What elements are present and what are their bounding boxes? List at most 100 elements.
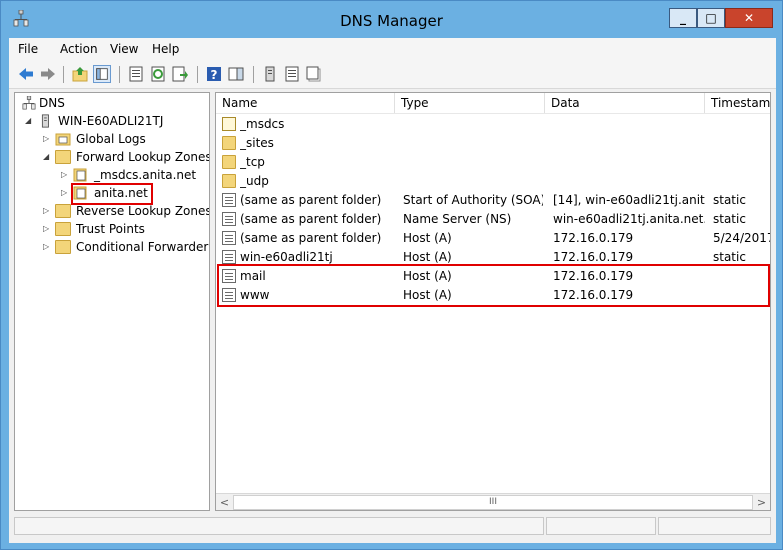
zone-icon [222,117,236,131]
horizontal-scrollbar[interactable]: < III > [216,493,770,510]
scroll-right-button[interactable]: > [753,494,770,510]
folder-icon [222,155,236,169]
column-header-name[interactable]: Name [216,93,395,113]
table-row[interactable]: mail Host (A) 172.16.0.179 [216,267,770,286]
maximize-button[interactable]: □ [697,8,725,28]
table-row[interactable]: (same as parent folder) Host (A) 172.16.… [216,229,770,248]
table-row[interactable]: (same as parent folder) Start of Authori… [216,191,770,210]
column-header-data[interactable]: Data [545,93,705,113]
dns-record-icon [222,250,236,264]
title-bar[interactable]: DNS Manager _ □ ✕ [1,1,782,37]
svg-text:?: ? [211,68,218,82]
status-segment [658,517,771,535]
tree-item-global-logs[interactable]: ▷ Global Logs [43,131,209,149]
tree-label-forward-lookup-zones: Forward Lookup Zones [76,150,210,164]
record-type: Host (A) [403,231,452,245]
zone-icon [73,168,87,182]
folder-icon [55,222,71,236]
status-segment [546,517,656,535]
folder-icon [55,204,71,218]
tree-item-server[interactable]: ◢ WIN-E60ADLI21TJ [25,113,209,131]
dns-record-icon [222,231,236,245]
tree-item-reverse-lookup-zones[interactable]: ▷ Reverse Lookup Zones [43,203,209,221]
table-row[interactable]: _tcp [216,153,770,172]
list-icon[interactable] [283,65,301,83]
toolbar: ? [9,60,776,89]
record-data: 172.16.0.179 [553,250,634,264]
record-data: [14], win-e60adli21tj.anita.... [553,193,705,207]
record-name: _tcp [240,155,265,169]
toolbar-separator [197,66,198,83]
menu-view[interactable]: View [110,42,138,56]
show-hide-tree-icon[interactable] [93,65,111,83]
toolbar-separator [63,66,64,83]
scroll-left-button[interactable]: < [216,494,233,510]
menu-bar: File Action View Help [9,38,776,60]
header-divider [216,113,770,114]
menu-file[interactable]: File [18,42,38,56]
table-row[interactable]: _sites [216,134,770,153]
dns-record-icon [222,212,236,226]
expand-arrow-icon[interactable]: ▷ [43,224,51,234]
table-row[interactable]: _udp [216,172,770,191]
server-node-icon [41,114,49,128]
expand-arrow-icon[interactable]: ▷ [43,134,51,144]
folder-icon [222,174,236,188]
help-icon[interactable]: ? [205,65,223,83]
toolbar-separator [253,66,254,83]
record-type: Name Server (NS) [403,212,512,226]
record-name: _msdcs [240,117,285,131]
tree-label-anita-zone: anita.net [94,186,148,200]
record-name: (same as parent folder) [240,212,382,226]
refresh-icon[interactable] [149,65,167,83]
toolbar-separator [119,66,120,83]
menu-help[interactable]: Help [152,42,179,56]
close-button[interactable]: ✕ [725,8,773,28]
up-folder-icon[interactable] [71,65,89,83]
tree-label-conditional-forwarders: Conditional Forwarders [76,240,210,254]
tree-item-anita-zone[interactable]: ▷ anita.net [61,185,209,203]
expand-arrow-icon[interactable]: ▷ [61,170,69,180]
tree-item-forward-lookup-zones[interactable]: ◢ Forward Lookup Zones [43,149,210,167]
table-row[interactable]: _msdcs [216,115,770,134]
dns-record-icon [222,288,236,302]
column-header-timestamp[interactable]: Timestam [705,93,770,113]
minimize-button[interactable]: _ [669,8,697,28]
tree-item-trust-points[interactable]: ▷ Trust Points [43,221,209,239]
record-data: 172.16.0.179 [553,231,634,245]
record-timestamp: static [713,193,746,207]
record-name: (same as parent folder) [240,193,382,207]
show-action-pane-icon[interactable] [227,65,245,83]
table-row[interactable]: (same as parent folder) Name Server (NS)… [216,210,770,229]
log-folder-icon [55,133,71,146]
forward-icon[interactable] [39,65,57,83]
tree-item-msdcs-zone[interactable]: ▷ _msdcs.anita.net [61,167,209,185]
record-name: win-e60adli21tj [240,250,333,264]
collapse-arrow-icon[interactable]: ◢ [25,116,33,126]
tree-item-conditional-forwarders[interactable]: ▷ Conditional Forwarders [43,239,210,257]
server-icon[interactable] [261,65,279,83]
record-name: www [240,288,270,302]
column-header-type[interactable]: Type [395,93,545,113]
properties-icon[interactable] [127,65,145,83]
record-timestamp: static [713,250,746,264]
expand-arrow-icon[interactable]: ▷ [43,206,51,216]
tree-label-dns: DNS [39,96,65,110]
table-row[interactable]: www Host (A) 172.16.0.179 [216,286,770,305]
tree-item-dns[interactable]: DNS [15,95,209,113]
back-icon[interactable] [17,65,35,83]
export-list-icon[interactable] [171,65,189,83]
menu-action[interactable]: Action [60,42,98,56]
dns-manager-window: DNS Manager _ □ ✕ File Action View Help … [0,0,783,550]
record-name: _sites [240,136,274,150]
folder-icon [55,240,71,254]
record-name: mail [240,269,266,283]
expand-arrow-icon[interactable]: ▷ [61,188,69,198]
record-type: Start of Authority (SOA) [403,193,543,207]
scroll-thumb[interactable]: III [233,495,753,510]
table-row[interactable]: win-e60adli21tj Host (A) 172.16.0.179 st… [216,248,770,267]
expand-arrow-icon[interactable]: ▷ [43,242,51,252]
details-icon[interactable] [305,65,323,83]
records-list: Name Type Data Timestam _msdcs _sites _t… [215,92,771,511]
collapse-arrow-icon[interactable]: ◢ [43,152,51,162]
